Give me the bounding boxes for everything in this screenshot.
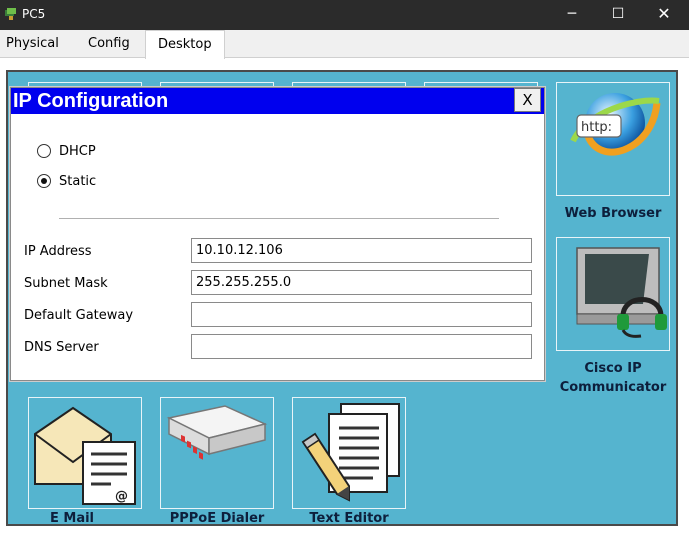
email-icon: @	[34, 406, 136, 505]
tab-config[interactable]: Config	[82, 32, 136, 58]
pppoe-dialer-label: PPPoE Dialer	[169, 511, 265, 526]
email-app[interactable]: @	[28, 397, 142, 509]
static-radio-option[interactable]: Static	[37, 172, 96, 190]
default-gateway-label: Default Gateway	[24, 308, 134, 323]
web-browser-app[interactable]: http:	[556, 82, 670, 196]
maximize-button[interactable]: ☐	[595, 0, 641, 30]
ip-address-label: IP Address	[24, 244, 92, 259]
dhcp-radio[interactable]	[37, 144, 51, 158]
static-radio-label: Static	[59, 173, 97, 189]
text-editor-app[interactable]	[292, 397, 406, 509]
close-window-button[interactable]: ✕	[641, 0, 687, 30]
subnet-mask-input[interactable]: 255.255.255.0	[191, 270, 532, 295]
default-gateway-input[interactable]	[191, 302, 532, 327]
tab-bar: Physical Config Desktop	[0, 30, 689, 59]
window-title: PC5	[22, 7, 46, 21]
tab-physical[interactable]: Physical	[0, 32, 65, 58]
minimize-button[interactable]: ─	[549, 0, 595, 30]
dhcp-radio-label: DHCP	[59, 143, 96, 159]
static-radio[interactable]	[37, 174, 51, 188]
ip-communicator-app[interactable]	[556, 237, 670, 351]
web-browser-icon: http:	[570, 93, 661, 156]
ip-address-input[interactable]: 10.10.12.106	[191, 238, 532, 263]
packet-tracer-pc-icon	[5, 8, 16, 20]
web-browser-label: Web Browser	[564, 206, 662, 221]
text-editor-label: Text Editor	[309, 511, 389, 526]
separator	[59, 218, 499, 219]
dns-server-label: DNS Server	[24, 340, 99, 355]
window-titlebar: PC5 ─ ☐ ✕	[0, 0, 689, 30]
ip-communicator-label-line2: Communicator	[559, 380, 667, 395]
svg-text:http:: http:	[581, 120, 612, 135]
email-label: E Mail	[49, 511, 95, 526]
text-editor-icon	[301, 403, 400, 502]
pppoe-dialer-icon	[166, 405, 268, 460]
dhcp-radio-option[interactable]: DHCP	[37, 142, 96, 160]
svg-text:@: @	[115, 489, 128, 504]
subnet-mask-label: Subnet Mask	[24, 276, 108, 291]
tab-desktop[interactable]: Desktop	[145, 30, 225, 59]
dialog-title: IP Configuration	[11, 88, 544, 114]
ip-configuration-dialog: IP Configuration X DHCP Static IP Addres…	[10, 87, 545, 381]
pppoe-dialer-app[interactable]	[160, 397, 274, 509]
ip-communicator-icon	[576, 247, 667, 338]
dialog-close-button[interactable]: X	[514, 88, 541, 112]
ip-communicator-label-line1: Cisco IP	[584, 361, 642, 376]
dns-server-input[interactable]	[191, 334, 532, 359]
